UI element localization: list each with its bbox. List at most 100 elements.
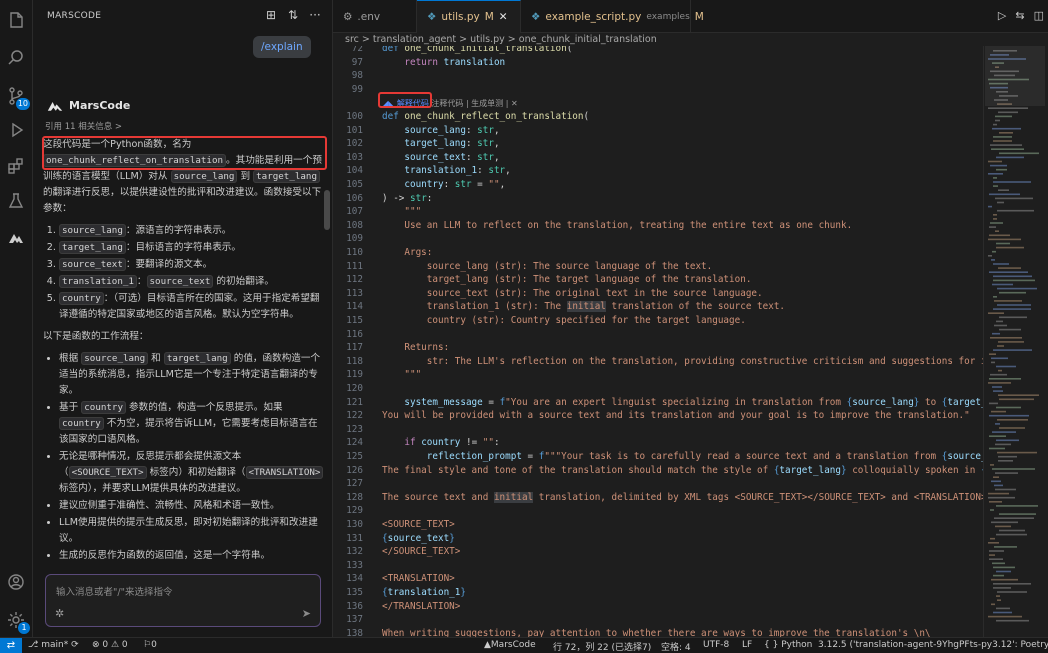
branch-status[interactable]: ⎇ main* ⟳ — [28, 640, 79, 650]
code-text: <TRANSLATION> — [382, 572, 455, 586]
cursor-position[interactable]: 行 72，列 22 (已选择7) — [553, 640, 651, 653]
sliders-icon[interactable]: ⇅ — [286, 8, 300, 22]
minimap-line — [996, 246, 1024, 249]
remote-icon[interactable]: ⇄ — [0, 638, 22, 653]
more-icon[interactable]: ··· — [308, 8, 322, 22]
marscode-status[interactable]: ▲MarsCode — [484, 640, 536, 650]
eol-status[interactable]: LF — [742, 640, 752, 650]
line-number: 100 — [346, 111, 363, 122]
codelens-more-actions[interactable]: 注释代码 | 生成单测 | ✕ — [429, 99, 517, 108]
line-number: 120 — [346, 383, 363, 394]
code-token: </TRANSLATION> — [382, 600, 461, 612]
code-line: 135 {translation_1} — [333, 586, 983, 600]
code-line: 117 Returns: — [333, 341, 983, 355]
minimap-line — [990, 164, 1007, 167]
breadcrumb[interactable]: src > translation_agent > utils.py > one… — [333, 33, 1048, 46]
codelens-actions[interactable]: ◢◣ 解释代码 注释代码 | 生成单测 | ✕ — [382, 97, 518, 110]
intro-text-to: 到 — [237, 171, 254, 182]
minimap-line — [996, 168, 1007, 171]
account-icon[interactable] — [4, 570, 28, 594]
code-line: 134 <TRANSLATION> — [333, 572, 983, 586]
explain-code-action[interactable]: ◢◣ 解释代码 — [382, 99, 429, 108]
gear-icon: ⚙ — [343, 10, 353, 23]
tab-example-script[interactable]: ❖ example_script.py examples M — [521, 0, 704, 33]
code-token: source_text — [387, 532, 450, 544]
extensions-icon[interactable] — [4, 154, 28, 178]
source-control-icon[interactable]: 10 — [4, 84, 30, 110]
assistant-name: MarsCode — [69, 99, 131, 112]
run-debug-icon[interactable] — [4, 118, 28, 142]
send-icon[interactable]: ➤ — [302, 607, 311, 620]
code-token: return — [404, 56, 444, 68]
minimap-line — [994, 517, 1034, 519]
minimap-line — [993, 136, 1012, 138]
encoding-status[interactable]: UTF-8 — [703, 640, 729, 650]
settings-gear-icon[interactable]: 1 — [4, 608, 30, 634]
search-icon[interactable] — [4, 46, 28, 70]
minimap-line — [993, 177, 997, 179]
minimap-line — [991, 361, 995, 364]
code-text: ) -> str: — [382, 192, 432, 206]
code-token: "" — [482, 437, 494, 449]
explorer-icon[interactable] — [4, 8, 28, 32]
tab-utils[interactable]: ❖ utils.py M ✕ — [417, 0, 521, 33]
modified-badge: M — [484, 11, 494, 23]
minimap-line — [995, 423, 1000, 425]
split-editor-icon[interactable]: ◫ — [1034, 9, 1044, 22]
code-token: <TRANSLATION> — [382, 573, 455, 585]
code-text: source_lang: str, — [382, 124, 499, 138]
run-icon[interactable]: ▷ — [998, 9, 1006, 22]
problems-status[interactable]: ⊗ 0 ⚠ 0 — [92, 640, 128, 650]
minimap-line — [993, 308, 1031, 310]
flow-code: <TRANSLATION> — [245, 466, 324, 479]
ports-status[interactable]: ⚐0 — [143, 640, 157, 650]
code-line: 104 translation_1: str, — [333, 164, 983, 178]
tab-env[interactable]: ⚙ .env — [333, 0, 417, 33]
minimap[interactable] — [983, 46, 1048, 637]
code-token: country — [421, 437, 461, 449]
code-line: 131 {source_text} — [333, 532, 983, 546]
minimap-preview — [985, 46, 1045, 622]
interpreter-status[interactable]: 3.12.5 ('translation-agent-9YhgPFts-py3.… — [818, 640, 1048, 650]
sparkle-icon[interactable]: ✲ — [55, 607, 64, 620]
param-item: source_text：要翻译的源文本。 — [59, 257, 325, 273]
indent-status[interactable]: 空格: 4 — [661, 640, 691, 653]
chat-input[interactable]: 输入消息或者"/"来选择指令 ✲ ➤ — [45, 574, 321, 627]
line-number: 103 — [346, 151, 363, 163]
testing-flask-icon[interactable] — [4, 189, 28, 213]
code-token: system_message — [404, 396, 483, 408]
minimap-line — [995, 230, 999, 232]
references-link[interactable]: 引用 11 相关信息 > — [45, 120, 122, 132]
code-token: str — [410, 192, 427, 204]
code-text: """ — [382, 205, 421, 219]
minimap-line — [992, 468, 1035, 470]
panel-scrollbar[interactable] — [324, 190, 330, 230]
minimap-line — [997, 201, 1004, 204]
code-editor[interactable]: 72 def one_chunk_initial_translation(97 r… — [333, 46, 983, 637]
minimap-line — [995, 197, 1033, 200]
compare-icon[interactable]: ⇆ — [1015, 9, 1024, 22]
code-text: """ — [382, 368, 421, 382]
minimap-line — [990, 144, 1022, 146]
code-line: 99 — [333, 83, 983, 97]
minimap-line — [993, 587, 1011, 589]
code-text: Use an LLM to reflect on the translation… — [382, 219, 852, 233]
marscode-icon[interactable] — [4, 226, 28, 250]
code-line: 72 def one_chunk_initial_translation( — [333, 46, 983, 56]
code-text: Args: — [382, 246, 432, 260]
language-status[interactable]: { } Python — [764, 640, 812, 650]
minimap-line — [998, 111, 1018, 114]
line-number: 105 — [346, 179, 363, 190]
minimap-line — [993, 181, 1031, 183]
minimap-line — [991, 603, 995, 606]
close-icon[interactable]: ✕ — [499, 11, 508, 23]
code-token: = — [471, 179, 489, 190]
new-chat-icon[interactable]: ⊞ — [264, 8, 278, 22]
minimap-line — [998, 460, 1013, 462]
minimap-line — [990, 464, 994, 466]
param-text: ：要翻译的源文本。 — [125, 259, 213, 270]
account-badge: 1 — [18, 622, 30, 634]
code-line: 130 <SOURCE_TEXT> — [333, 518, 983, 532]
code-line: 98 — [333, 69, 983, 83]
